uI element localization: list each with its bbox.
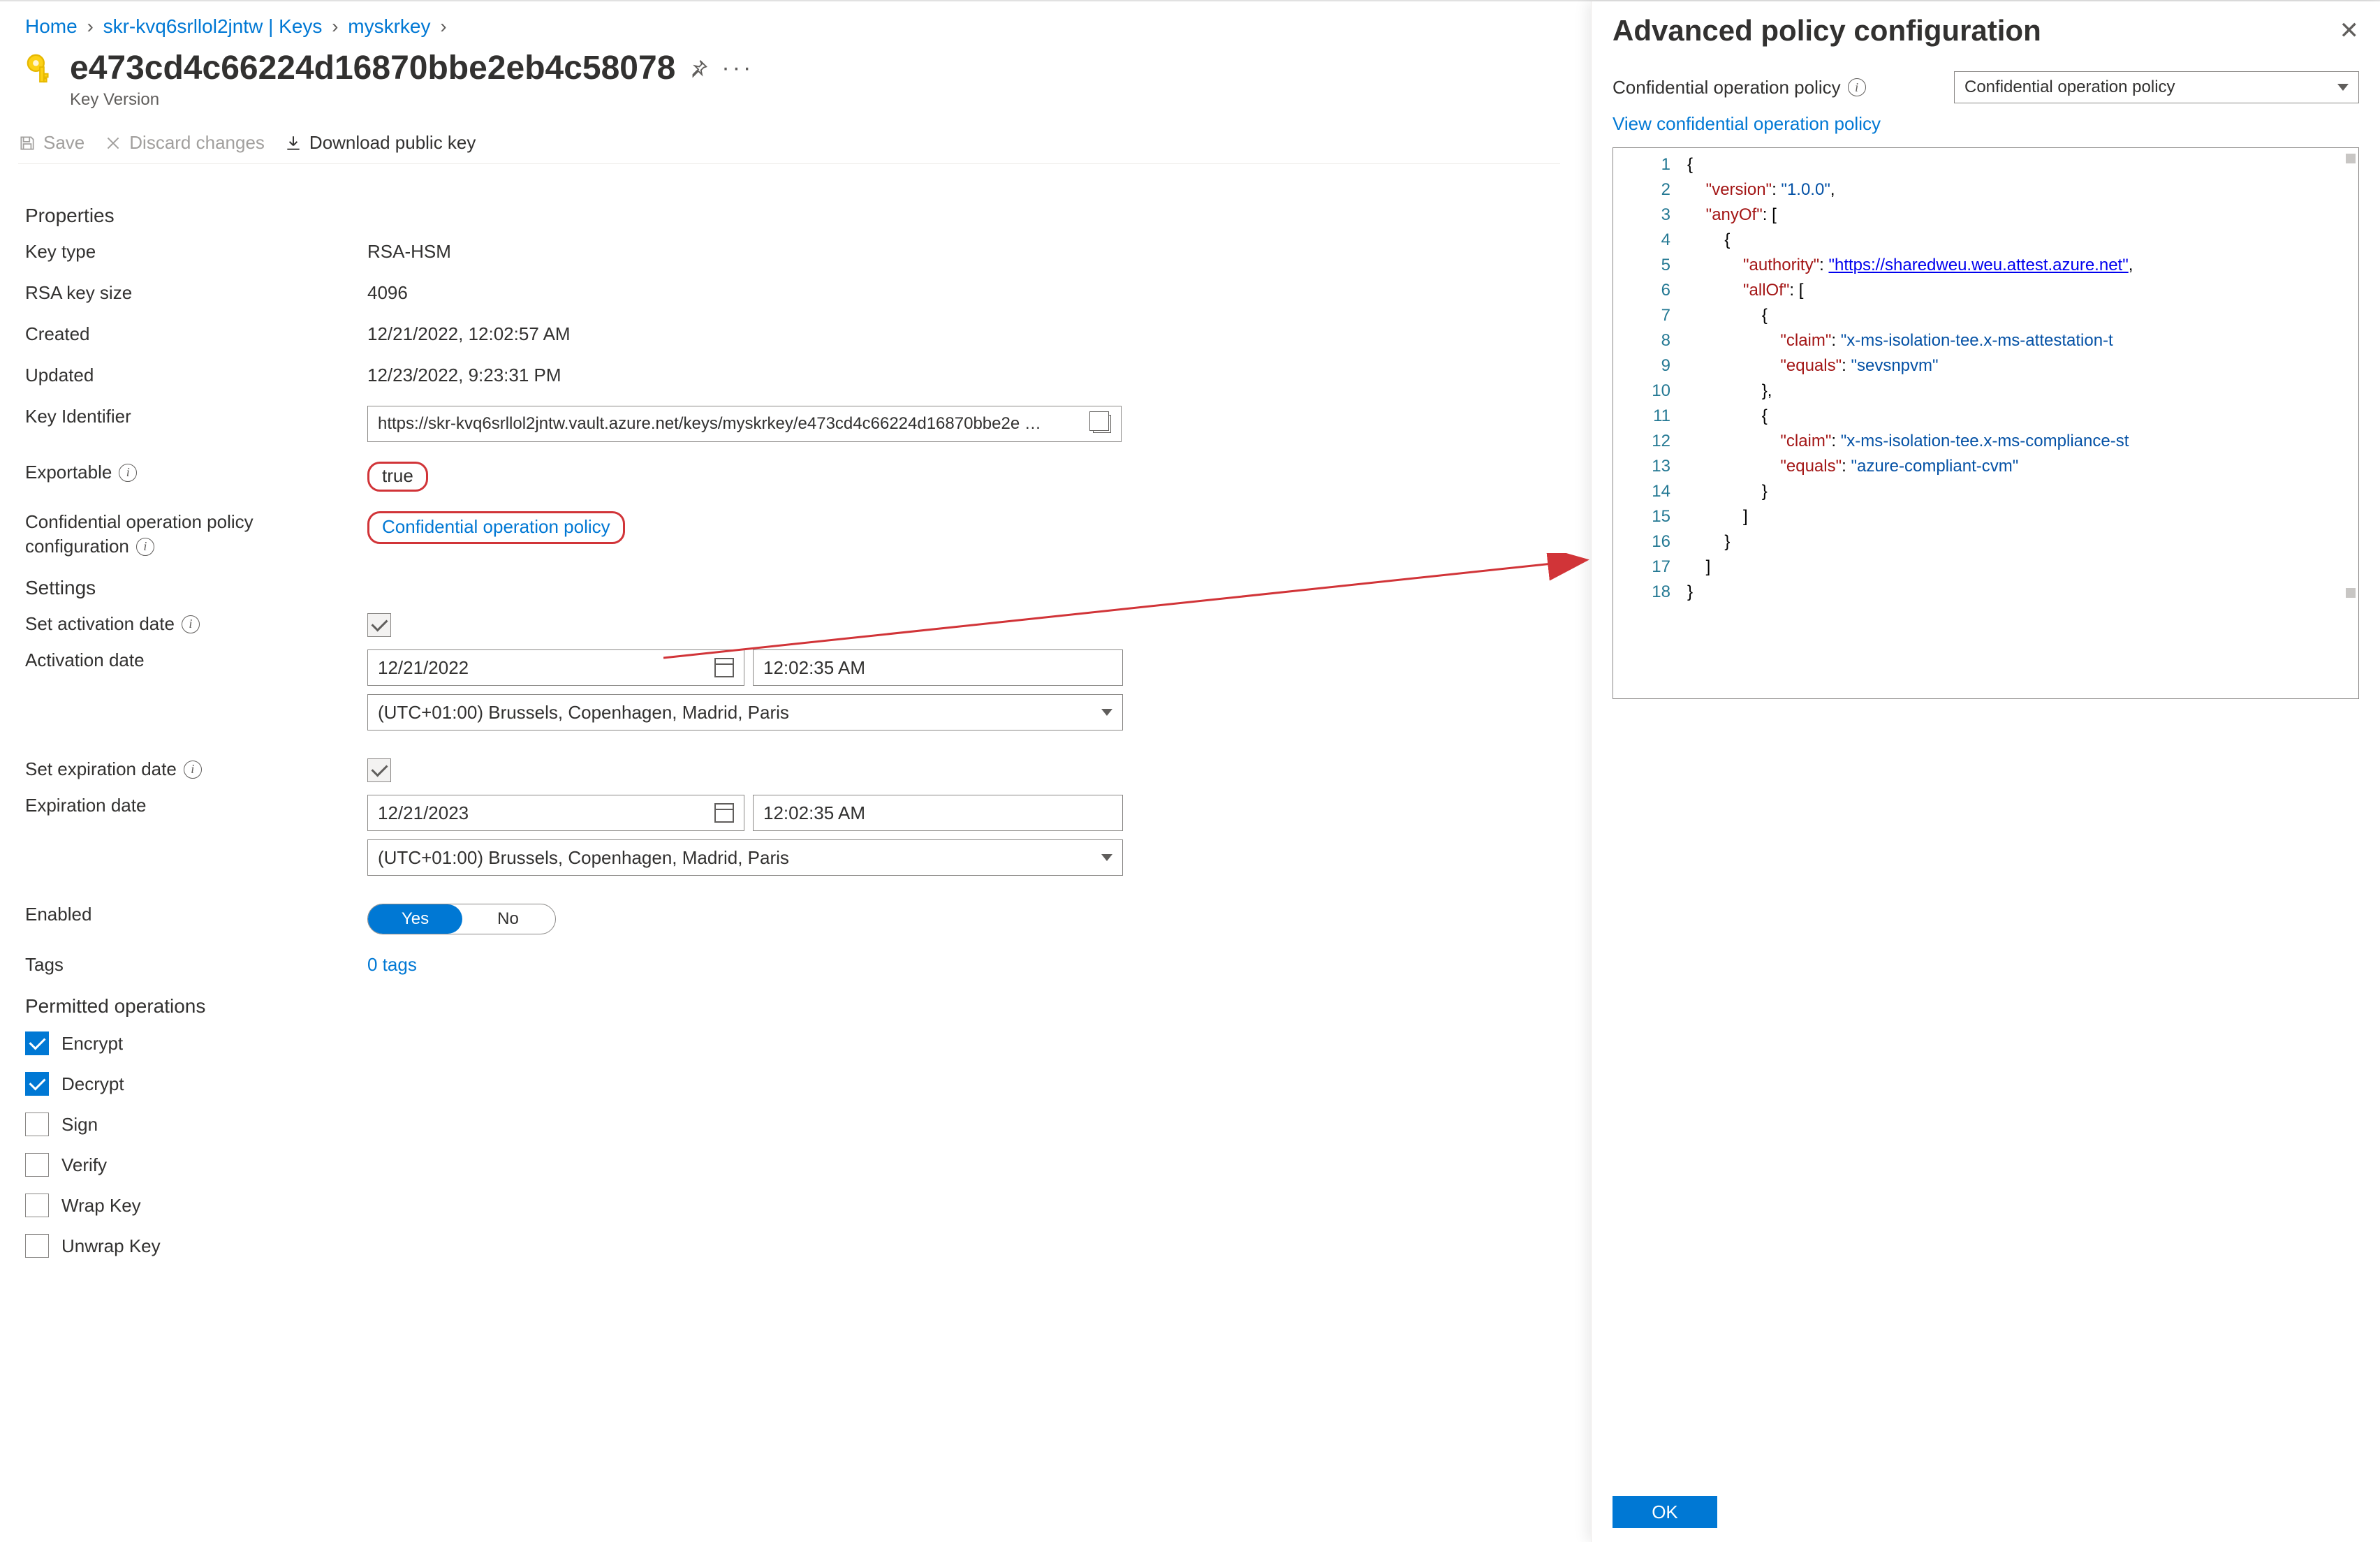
- verify-label: Verify: [61, 1154, 107, 1176]
- chevron-down-icon: [2337, 84, 2349, 91]
- info-icon[interactable]: i: [184, 761, 202, 779]
- page-subtitle: Key Version: [70, 90, 1560, 110]
- calendar-icon: [714, 658, 734, 677]
- panel-policy-select[interactable]: Confidential operation policy: [1954, 71, 2359, 103]
- expiration-date-input[interactable]: 12/21/2023: [367, 795, 744, 831]
- save-button[interactable]: Save: [18, 132, 85, 154]
- close-icon[interactable]: ✕: [2339, 17, 2360, 45]
- download-icon: [284, 134, 302, 152]
- confidential-policy-label: Confidential operation policy configurat…: [25, 511, 367, 557]
- set-activation-label: Set activation date i: [25, 613, 367, 635]
- chevron-right-icon: ›: [332, 15, 338, 37]
- unwrap-label: Unwrap Key: [61, 1235, 161, 1257]
- encrypt-label: Encrypt: [61, 1033, 123, 1055]
- chevron-down-icon: [1101, 709, 1112, 716]
- permitted-heading: Permitted operations: [25, 995, 1560, 1018]
- panel-title: Advanced policy configuration: [1613, 14, 2041, 47]
- code-gutter: 123456789101112131415161718: [1613, 148, 1683, 698]
- toolbar: Save Discard changes Download public key: [18, 125, 1560, 164]
- decrypt-label: Decrypt: [61, 1073, 124, 1095]
- copy-icon[interactable]: [1093, 415, 1111, 433]
- unwrap-checkbox[interactable]: [25, 1234, 49, 1258]
- scrollbar-thumb[interactable]: [2346, 154, 2356, 163]
- rsa-size-label: RSA key size: [25, 282, 367, 304]
- close-icon: [104, 134, 122, 152]
- page-title: e473cd4c66224d16870bbe2eb4c58078: [70, 49, 675, 87]
- info-icon[interactable]: i: [1848, 78, 1866, 96]
- toggle-yes: Yes: [368, 904, 462, 934]
- more-icon[interactable]: ···: [721, 54, 754, 82]
- breadcrumb-key[interactable]: myskrkey: [348, 15, 430, 37]
- settings-heading: Settings: [25, 577, 1560, 599]
- code-content: { "version": "1.0.0", "anyOf": [ { "auth…: [1683, 148, 2133, 698]
- confidential-policy-link[interactable]: Confidential operation policy: [382, 516, 610, 537]
- expiration-time-input[interactable]: 12:02:35 AM: [753, 795, 1123, 831]
- expiration-timezone-select[interactable]: (UTC+01:00) Brussels, Copenhagen, Madrid…: [367, 839, 1123, 876]
- created-label: Created: [25, 323, 367, 345]
- chevron-right-icon: ›: [440, 15, 446, 37]
- info-icon[interactable]: i: [119, 464, 137, 482]
- enabled-label: Enabled: [25, 904, 367, 925]
- policy-code-editor[interactable]: 123456789101112131415161718 { "version":…: [1613, 147, 2359, 699]
- key-type-label: Key type: [25, 241, 367, 263]
- chevron-down-icon: [1101, 854, 1112, 861]
- key-identifier-label: Key Identifier: [25, 406, 367, 427]
- rsa-size-value: 4096: [367, 282, 408, 304]
- updated-value: 12/23/2022, 9:23:31 PM: [367, 365, 561, 386]
- toggle-no: No: [461, 904, 555, 934]
- breadcrumb: Home › skr-kvq6srllol2jntw | Keys › mysk…: [25, 15, 1560, 38]
- scrollbar-thumb[interactable]: [2346, 588, 2356, 598]
- activation-timezone-select[interactable]: (UTC+01:00) Brussels, Copenhagen, Madrid…: [367, 694, 1123, 730]
- set-expiration-label: Set expiration date i: [25, 758, 367, 780]
- pin-icon[interactable]: [688, 58, 709, 79]
- discard-label: Discard changes: [129, 132, 265, 154]
- chevron-right-icon: ›: [87, 15, 93, 37]
- info-icon[interactable]: i: [136, 538, 154, 556]
- breadcrumb-vault[interactable]: skr-kvq6srllol2jntw | Keys: [103, 15, 323, 37]
- created-value: 12/21/2022, 12:02:57 AM: [367, 323, 571, 345]
- confidential-policy-link-highlight: Confidential operation policy: [367, 511, 625, 544]
- wrap-checkbox[interactable]: [25, 1194, 49, 1217]
- side-panel: Advanced policy configuration ✕ Confiden…: [1591, 1, 2380, 1542]
- exportable-label: Exportable i: [25, 462, 367, 483]
- tags-label: Tags: [25, 954, 367, 976]
- main-content: Home › skr-kvq6srllol2jntw | Keys › mysk…: [0, 1, 1585, 1542]
- activation-time-input[interactable]: 12:02:35 AM: [753, 649, 1123, 686]
- updated-label: Updated: [25, 365, 367, 386]
- discard-button[interactable]: Discard changes: [104, 132, 265, 154]
- verify-checkbox[interactable]: [25, 1153, 49, 1177]
- save-icon: [18, 134, 36, 152]
- key-identifier-field[interactable]: https://skr-kvq6srllol2jntw.vault.azure.…: [367, 406, 1122, 442]
- set-activation-checkbox[interactable]: [367, 613, 391, 637]
- ok-button[interactable]: OK: [1613, 1496, 1717, 1528]
- view-policy-link[interactable]: View confidential operation policy: [1613, 113, 2359, 135]
- activation-date-label: Activation date: [25, 649, 367, 671]
- properties-heading: Properties: [25, 205, 1560, 227]
- decrypt-checkbox[interactable]: [25, 1072, 49, 1096]
- download-button[interactable]: Download public key: [284, 132, 476, 154]
- key-icon: [25, 52, 57, 85]
- enabled-toggle[interactable]: Yes No: [367, 904, 556, 934]
- exportable-value: true: [367, 462, 428, 492]
- info-icon[interactable]: i: [182, 615, 200, 633]
- tags-link[interactable]: 0 tags: [367, 954, 417, 976]
- panel-field-label: Confidential operation policy i: [1613, 77, 1866, 98]
- wrap-label: Wrap Key: [61, 1195, 141, 1217]
- activation-date-input[interactable]: 12/21/2022: [367, 649, 744, 686]
- save-label: Save: [43, 132, 85, 154]
- key-identifier-value: https://skr-kvq6srllol2jntw.vault.azure.…: [378, 414, 1041, 434]
- sign-label: Sign: [61, 1114, 98, 1136]
- key-type-value: RSA-HSM: [367, 241, 451, 263]
- expiration-date-label: Expiration date: [25, 795, 367, 816]
- encrypt-checkbox[interactable]: [25, 1031, 49, 1055]
- download-label: Download public key: [309, 132, 476, 154]
- sign-checkbox[interactable]: [25, 1113, 49, 1136]
- set-expiration-checkbox[interactable]: [367, 758, 391, 782]
- calendar-icon: [714, 803, 734, 823]
- breadcrumb-home[interactable]: Home: [25, 15, 78, 37]
